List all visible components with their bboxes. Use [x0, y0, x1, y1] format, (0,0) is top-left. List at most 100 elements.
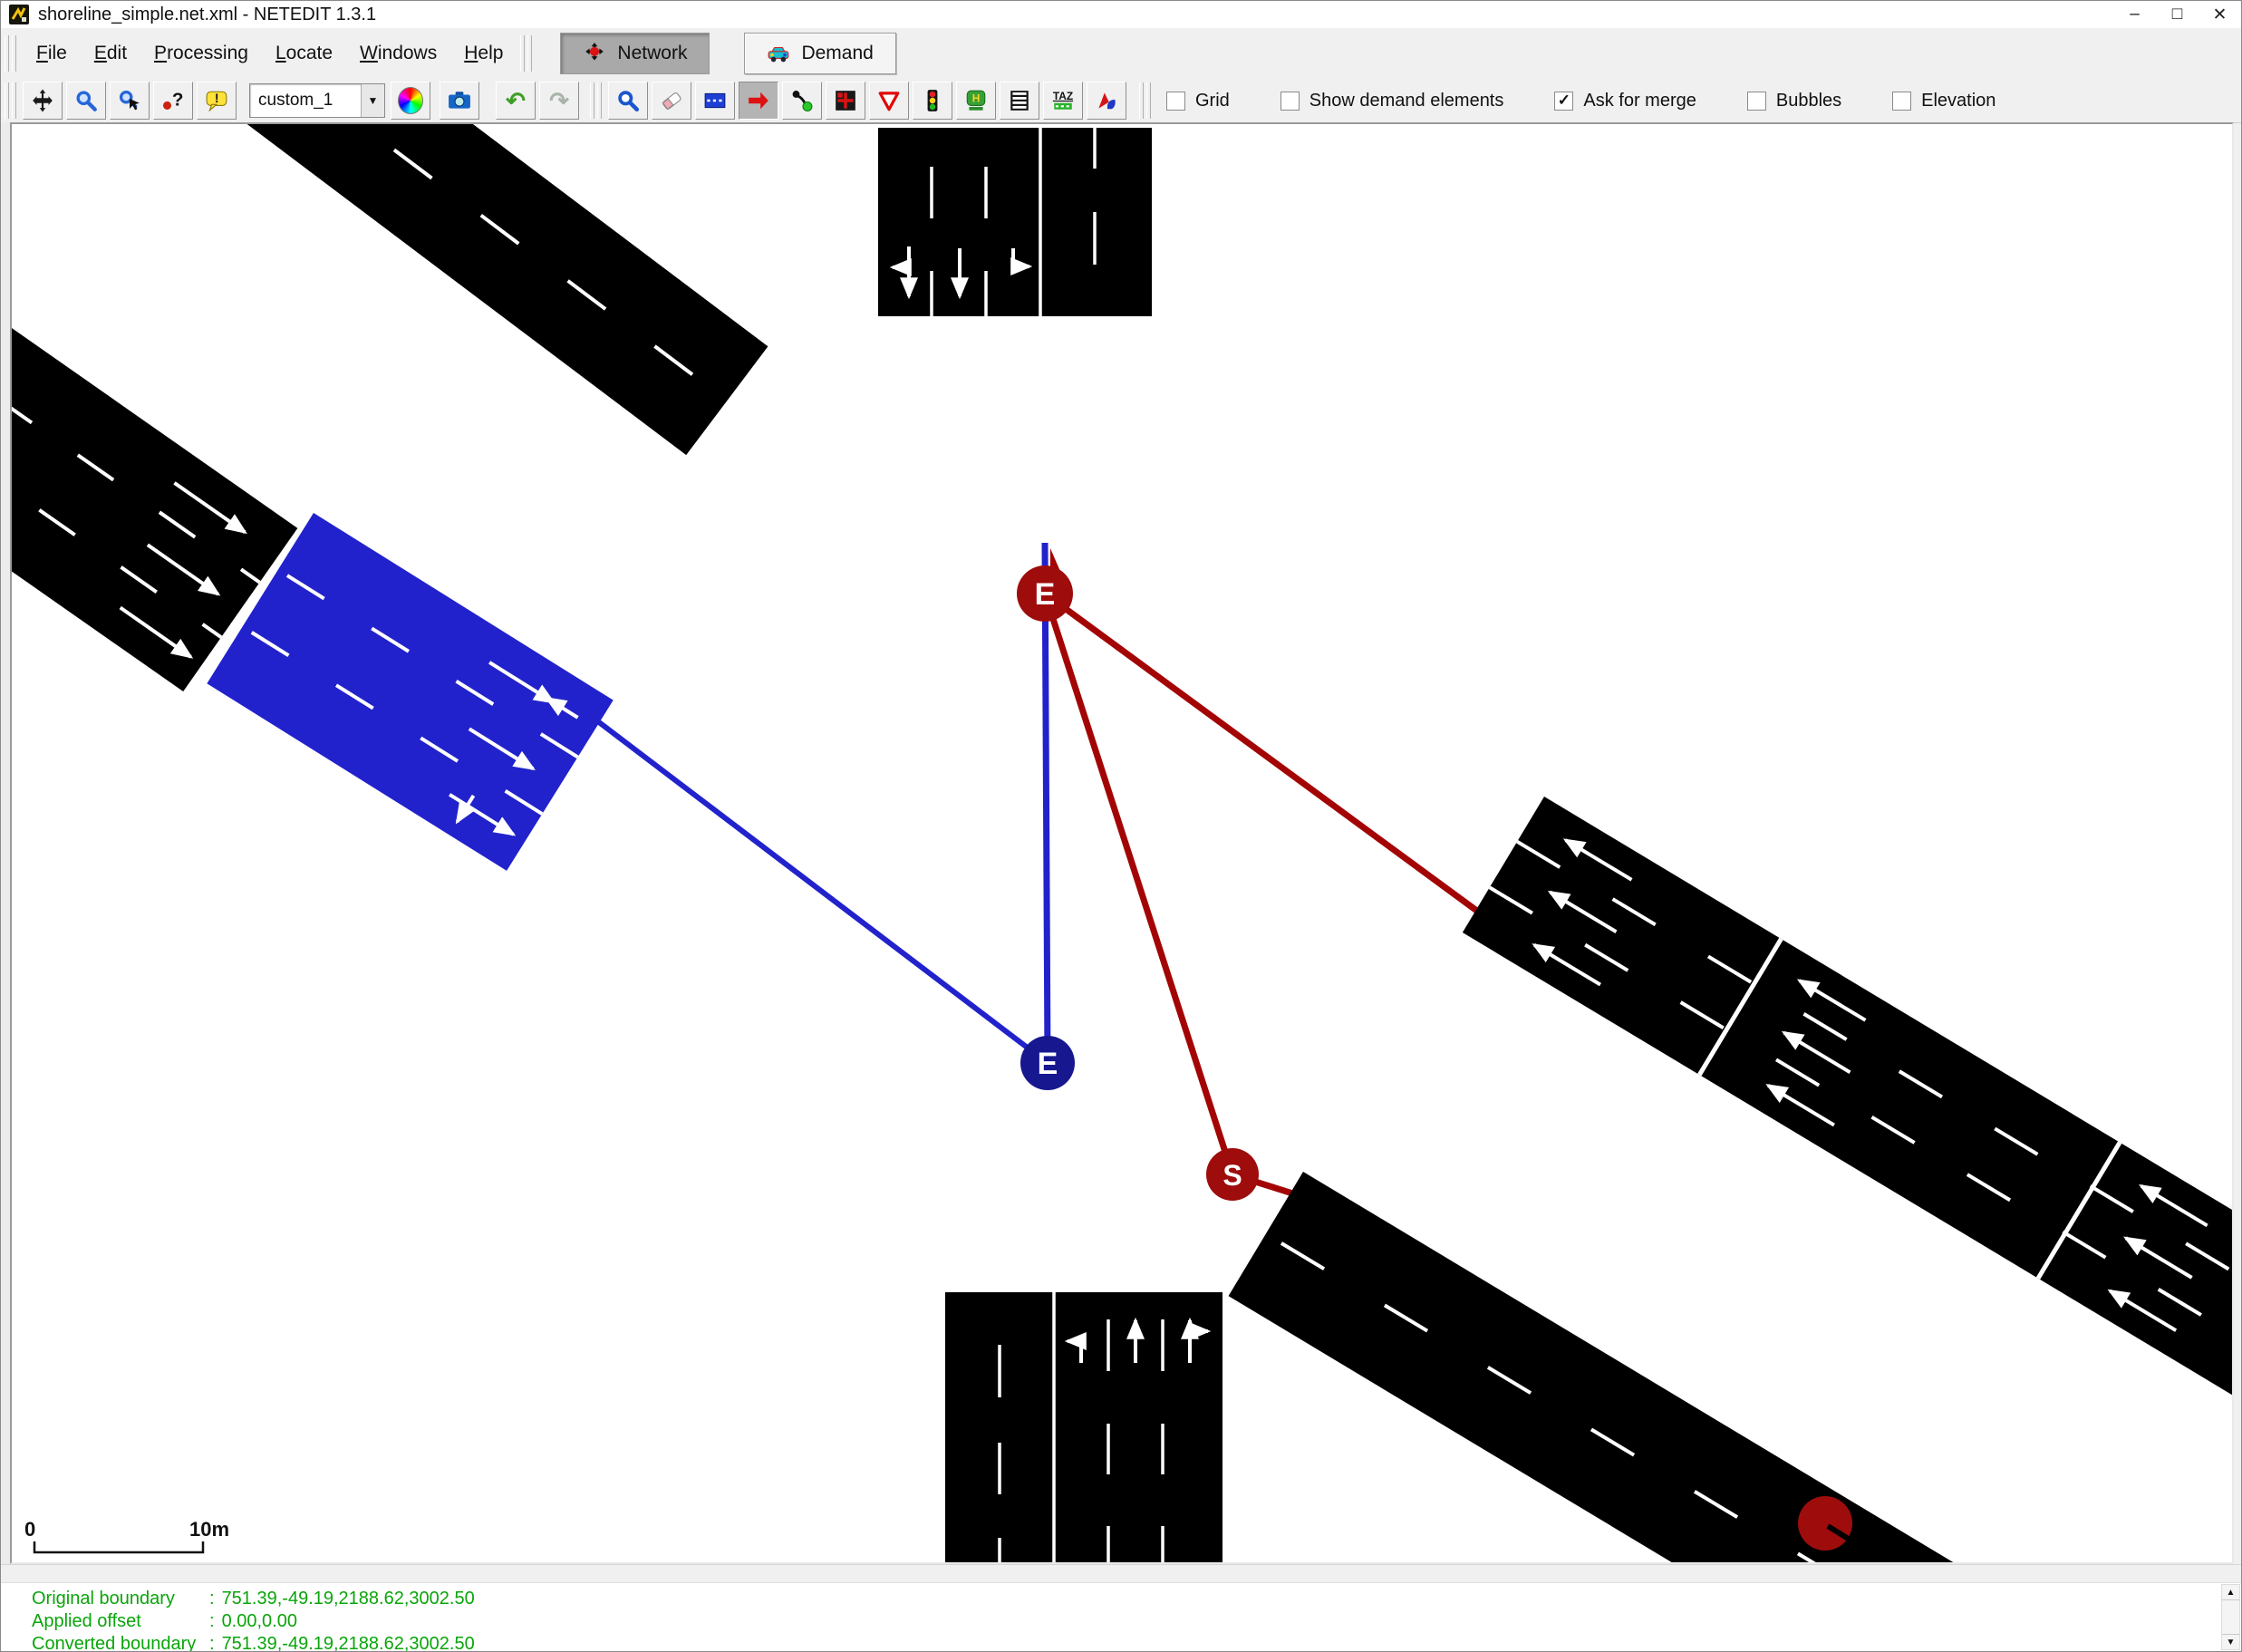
edge-line-red-right[interactable] [1045, 594, 1478, 912]
delete-mode-button[interactable] [652, 82, 691, 120]
traffic-light-mode-button[interactable] [913, 82, 952, 120]
junction-node-s-red[interactable]: S [1206, 1148, 1259, 1201]
status-value: 751.39,-49.19,2188.62,3002.50 [222, 1634, 475, 1652]
network-canvas[interactable]: E E S 0 10m [10, 122, 2234, 1564]
menu-processing[interactable]: Processing [140, 28, 262, 79]
connection-mode-button[interactable] [782, 82, 822, 120]
recenter-button[interactable] [23, 82, 63, 120]
svg-text:!: ! [215, 91, 219, 105]
supermode-tabbar: Network Demand [560, 33, 895, 74]
tab-demand-label: Demand [801, 43, 873, 64]
lane-select-icon [703, 89, 727, 112]
road-bottom-right[interactable] [1229, 1172, 2049, 1562]
status-scrollbar[interactable]: ▲ ▼ [2221, 1584, 2240, 1650]
menubar: File Edit Processing Locate Windows Help… [1, 28, 2241, 80]
status-value: 0.00,0.00 [222, 1611, 297, 1631]
network-icon [583, 42, 606, 65]
tab-network[interactable]: Network [560, 33, 710, 74]
menu-windows[interactable]: Windows [346, 28, 450, 79]
canvas-bottom-strip [1, 1564, 2241, 1583]
taz-icon: TAZ [1051, 89, 1075, 112]
titlebar: shoreline_simple.net.xml - NETEDIT 1.3.1… [1, 1, 2241, 29]
ask-for-merge-checkbox-box [1554, 92, 1573, 111]
show-demand-checkbox-box [1280, 92, 1300, 111]
bubbles-checkbox[interactable]: Bubbles [1747, 91, 1841, 111]
road-top-left[interactable] [165, 124, 768, 455]
bubbles-checkbox-box [1747, 92, 1766, 111]
scroll-up-button[interactable]: ▲ [2222, 1585, 2239, 1600]
menubar-grip [5, 35, 19, 72]
maximize-button[interactable]: □ [2156, 1, 2199, 28]
move-arrows-icon [31, 89, 54, 112]
undo-icon: ↶ [506, 89, 526, 112]
elevation-checkbox-label: Elevation [1921, 91, 1996, 111]
show-demand-checkbox-label: Show demand elements [1309, 91, 1504, 111]
status-label: Converted boundary [32, 1633, 209, 1652]
junction-node-e-red[interactable]: E [1017, 565, 1073, 622]
view-preset-value: custom_1 [250, 84, 361, 117]
bubbles-checkbox-label: Bubbles [1776, 91, 1841, 111]
close-button[interactable]: ✕ [2199, 1, 2241, 28]
connection-icon [790, 89, 814, 112]
shape-mode-button[interactable] [1087, 82, 1126, 120]
menu-file[interactable]: File [23, 28, 81, 79]
redo-button[interactable]: ↷ [539, 82, 579, 120]
scroll-down-button[interactable]: ▼ [2222, 1634, 2239, 1649]
inspect-magnifier-icon [616, 89, 640, 112]
status-line-original-boundary: Original boundary:751.39,-49.19,2188.62,… [32, 1588, 2241, 1610]
crossing-stripes-icon [1008, 89, 1031, 112]
question-icon: ? [161, 89, 185, 112]
menu-edit[interactable]: Edit [81, 28, 140, 79]
select-mode-button[interactable] [695, 82, 735, 120]
elevation-checkbox[interactable]: Elevation [1892, 91, 1996, 111]
prohibition-mode-button[interactable] [826, 82, 865, 120]
road-right[interactable] [1463, 797, 2232, 1404]
create-edge-mode-button[interactable] [739, 82, 778, 120]
toolbar-grip-2 [590, 82, 604, 119]
camera-icon [448, 89, 471, 112]
yield-triangle-icon [877, 89, 901, 112]
zoom-button[interactable] [66, 82, 106, 120]
minimize-button[interactable]: – [2113, 1, 2156, 28]
help-pointer-button[interactable]: ? [153, 82, 193, 120]
redo-icon: ↷ [549, 89, 569, 112]
create-edge-arrow-icon [747, 89, 770, 112]
grid-checkbox-label: Grid [1195, 91, 1230, 111]
view-preset-dropdown[interactable]: custom_1 ▼ [249, 83, 385, 118]
left-frame-strip [1, 122, 10, 1651]
svg-text:10m: 10m [189, 1518, 229, 1541]
toolbar: ? ! custom_1 ▼ ↶ ↷ [1, 79, 2241, 123]
road-bottom-center[interactable] [945, 1292, 1222, 1562]
status-line-applied-offset: Applied offset:0.00,0.00 [32, 1610, 2241, 1633]
tab-demand[interactable]: Demand [744, 33, 895, 74]
grid-checkbox[interactable]: Grid [1166, 91, 1230, 111]
show-demand-elements-checkbox[interactable]: Show demand elements [1280, 91, 1504, 111]
crossing-mode-button[interactable] [1000, 82, 1039, 120]
junction-node-e-blue[interactable]: E [1020, 1036, 1075, 1090]
menu-help[interactable]: Help [450, 28, 517, 79]
taz-mode-button[interactable]: TAZ [1043, 82, 1083, 120]
status-value: 751.39,-49.19,2188.62,3002.50 [222, 1589, 475, 1609]
traffic-light-icon [921, 89, 944, 112]
junction-red-circle[interactable] [1798, 1496, 1852, 1551]
edge-line-red-down[interactable] [1045, 594, 1232, 1174]
screenshot-button[interactable] [440, 82, 479, 120]
road-top-center[interactable] [878, 128, 1152, 316]
status-line-converted-boundary: Converted boundary:751.39,-49.19,2188.62… [32, 1633, 2241, 1652]
network-view: E E S 0 10m [12, 124, 2232, 1562]
statusbar: Original boundary:751.39,-49.19,2188.62,… [1, 1582, 2241, 1651]
inspect-mode-button[interactable] [608, 82, 648, 120]
yield-mode-button[interactable] [869, 82, 909, 120]
undo-button[interactable]: ↶ [496, 82, 536, 120]
message-window-button[interactable]: ! [197, 82, 237, 120]
color-scheme-button[interactable] [391, 82, 430, 120]
edge-line-blue[interactable] [599, 722, 1048, 1063]
menu-locate[interactable]: Locate [262, 28, 346, 79]
bus-stop-icon: H [964, 89, 988, 112]
dropdown-arrow-icon[interactable]: ▼ [361, 84, 384, 117]
svg-text:TAZ: TAZ [1053, 90, 1073, 102]
additional-mode-button[interactable]: H [956, 82, 996, 120]
ask-for-merge-checkbox[interactable]: Ask for merge [1554, 91, 1696, 111]
demand-icon [767, 42, 790, 65]
locate-button[interactable] [110, 82, 150, 120]
